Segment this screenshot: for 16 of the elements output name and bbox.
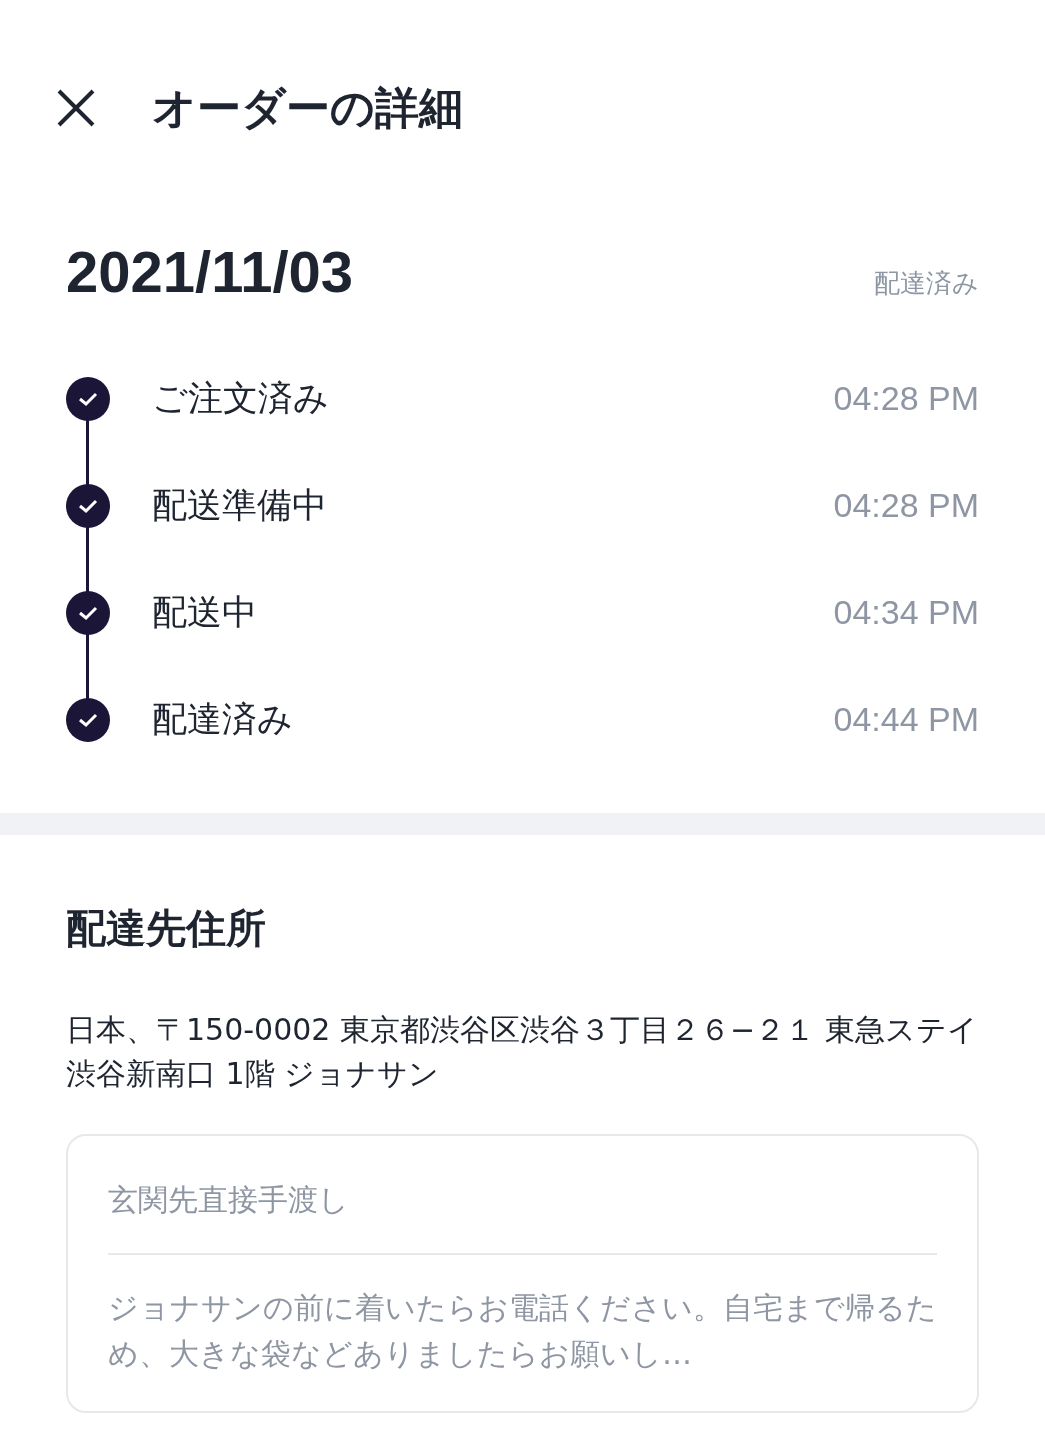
delivery-method: 玄関先直接手渡し bbox=[108, 1136, 937, 1255]
delivery-note: ジョナサンの前に着いたらお電話ください。自宅まで帰るため、大きな袋などありましたらお願いし… bbox=[108, 1289, 937, 1373]
close-icon bbox=[56, 88, 96, 128]
order-date: 2021/11/03 bbox=[66, 238, 354, 305]
address-text: 日本、〒150-0002 東京都渋谷区渋谷３丁目２６−２１ 東急ステイ渋谷新南口 1階 ジョナサン bbox=[66, 1011, 979, 1093]
step-label: 配達済み bbox=[152, 698, 294, 741]
step-time: 04:28 PM bbox=[833, 486, 979, 525]
page-title: オーダーの詳細 bbox=[152, 80, 463, 135]
step-label: 配送準備中 bbox=[152, 484, 328, 527]
step-label: ご注文済み bbox=[152, 377, 330, 420]
order-status: 配達済み bbox=[874, 267, 979, 300]
step-time: 04:44 PM bbox=[833, 700, 979, 739]
step-time: 04:28 PM bbox=[833, 379, 979, 418]
step-label: 配送中 bbox=[152, 591, 258, 634]
section-heading: 配達先住所 bbox=[66, 904, 267, 953]
step-time: 04:34 PM bbox=[833, 593, 979, 632]
